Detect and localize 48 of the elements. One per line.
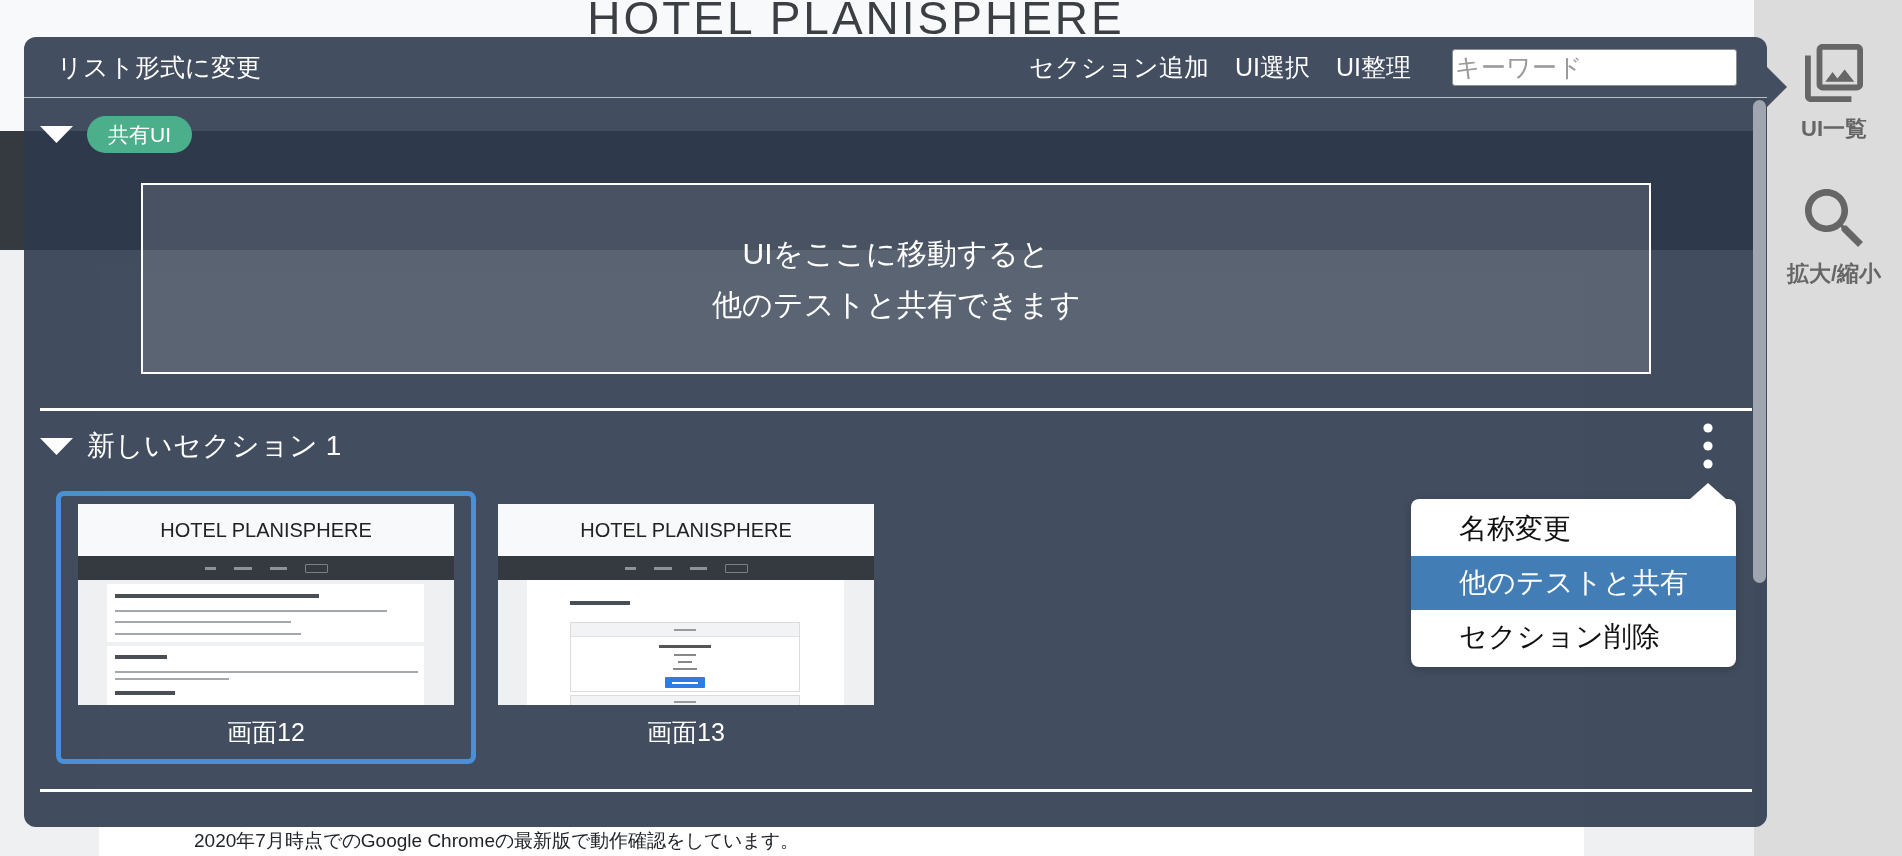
section-title[interactable]: 新しいセクション 1	[87, 429, 342, 463]
preview-site-title: HOTEL PLANISPHERE	[160, 518, 372, 542]
menu-item[interactable]: セクション削除	[1411, 610, 1736, 664]
screen-card[interactable]: HOTEL PLANISPHERE 画面12	[56, 491, 476, 764]
caret-down-icon[interactable]	[40, 126, 73, 143]
text-line-placeholder	[674, 654, 696, 656]
screen-label: 画面13	[647, 717, 725, 747]
text-line-placeholder	[653, 566, 672, 570]
view-toggle-button[interactable]: リスト形式に変更	[57, 52, 261, 82]
text-line-placeholder	[678, 661, 692, 663]
text-line-placeholder	[674, 701, 696, 703]
sidebar-button[interactable]: UI一覧	[1801, 44, 1867, 140]
screen-card[interactable]: HOTEL PLANISPHERE 画面13	[476, 491, 896, 764]
scrollbar-thumb[interactable]	[1753, 100, 1766, 583]
text-line-placeholder	[233, 566, 252, 570]
sidebar-button[interactable]: 拡大/縮小	[1786, 189, 1882, 285]
text-line-placeholder	[115, 655, 167, 659]
drop-zone-hint: 他のテストと共有できます	[711, 286, 1081, 323]
shared-badge: 共有UI	[87, 116, 192, 153]
caret-down-icon[interactable]	[40, 437, 73, 455]
text-line-placeholder	[689, 566, 707, 570]
button-placeholder	[665, 677, 705, 688]
toolbar-button[interactable]: UI整理	[1336, 52, 1411, 82]
magnifier-icon	[1805, 189, 1863, 247]
menu-item[interactable]: 他のテストと共有	[1411, 556, 1736, 610]
button-placeholder	[304, 563, 328, 573]
text-line-placeholder	[570, 601, 630, 605]
text-line-placeholder	[659, 645, 711, 648]
toolbar-button[interactable]: セクション追加	[1029, 52, 1209, 82]
drop-zone-hint: UIをここに移動すると	[742, 235, 1050, 272]
toolbar-button[interactable]: UI選択	[1235, 52, 1310, 82]
text-line-placeholder	[624, 566, 636, 570]
text-line-placeholder	[204, 566, 216, 570]
site-title: HOTEL PLANISPHERE	[587, 0, 1125, 37]
search-field[interactable]: キーワード	[1452, 48, 1737, 86]
list-item-text: 2020年7月時点でのGoogle Chromeの最新版で動作確認をしています。	[194, 830, 799, 852]
more-options-button[interactable]	[1703, 423, 1713, 469]
preview-site-title: HOTEL PLANISPHERE	[580, 518, 792, 542]
menu-item[interactable]: 名称変更	[1411, 502, 1736, 556]
text-line-placeholder	[115, 691, 175, 695]
screen-label: 画面12	[227, 717, 305, 747]
vertical-dots-icon	[1703, 423, 1713, 469]
text-line-placeholder	[674, 628, 696, 631]
text-line-placeholder	[269, 566, 287, 570]
button-placeholder	[724, 563, 748, 573]
drop-zone[interactable]: UIをここに移動すると 他のテストと共有できます	[141, 183, 1651, 374]
image-stack-icon	[1805, 44, 1863, 102]
text-line-placeholder	[673, 668, 697, 670]
